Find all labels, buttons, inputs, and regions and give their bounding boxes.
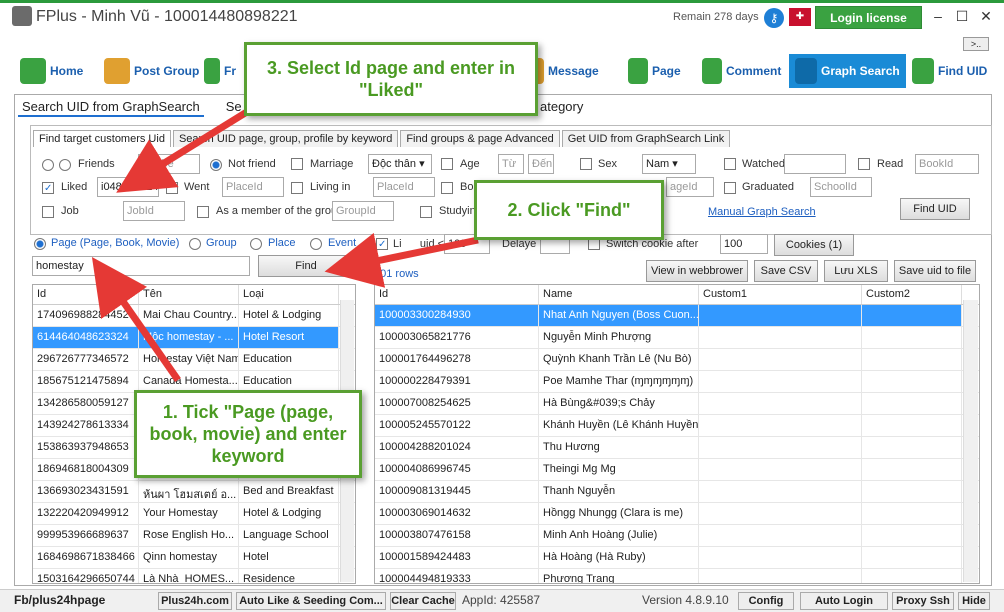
callout-step-3: 3. Select Id page and enter in "Liked"	[244, 42, 538, 116]
arrow-liked	[116, 107, 252, 193]
callout-step-1: 1. Tick "Page (page, book, movie) and en…	[134, 390, 362, 478]
arrow-keyword	[91, 257, 181, 383]
callout-step-2: 2. Click "Find"	[474, 180, 664, 240]
arrow-find	[324, 232, 479, 288]
